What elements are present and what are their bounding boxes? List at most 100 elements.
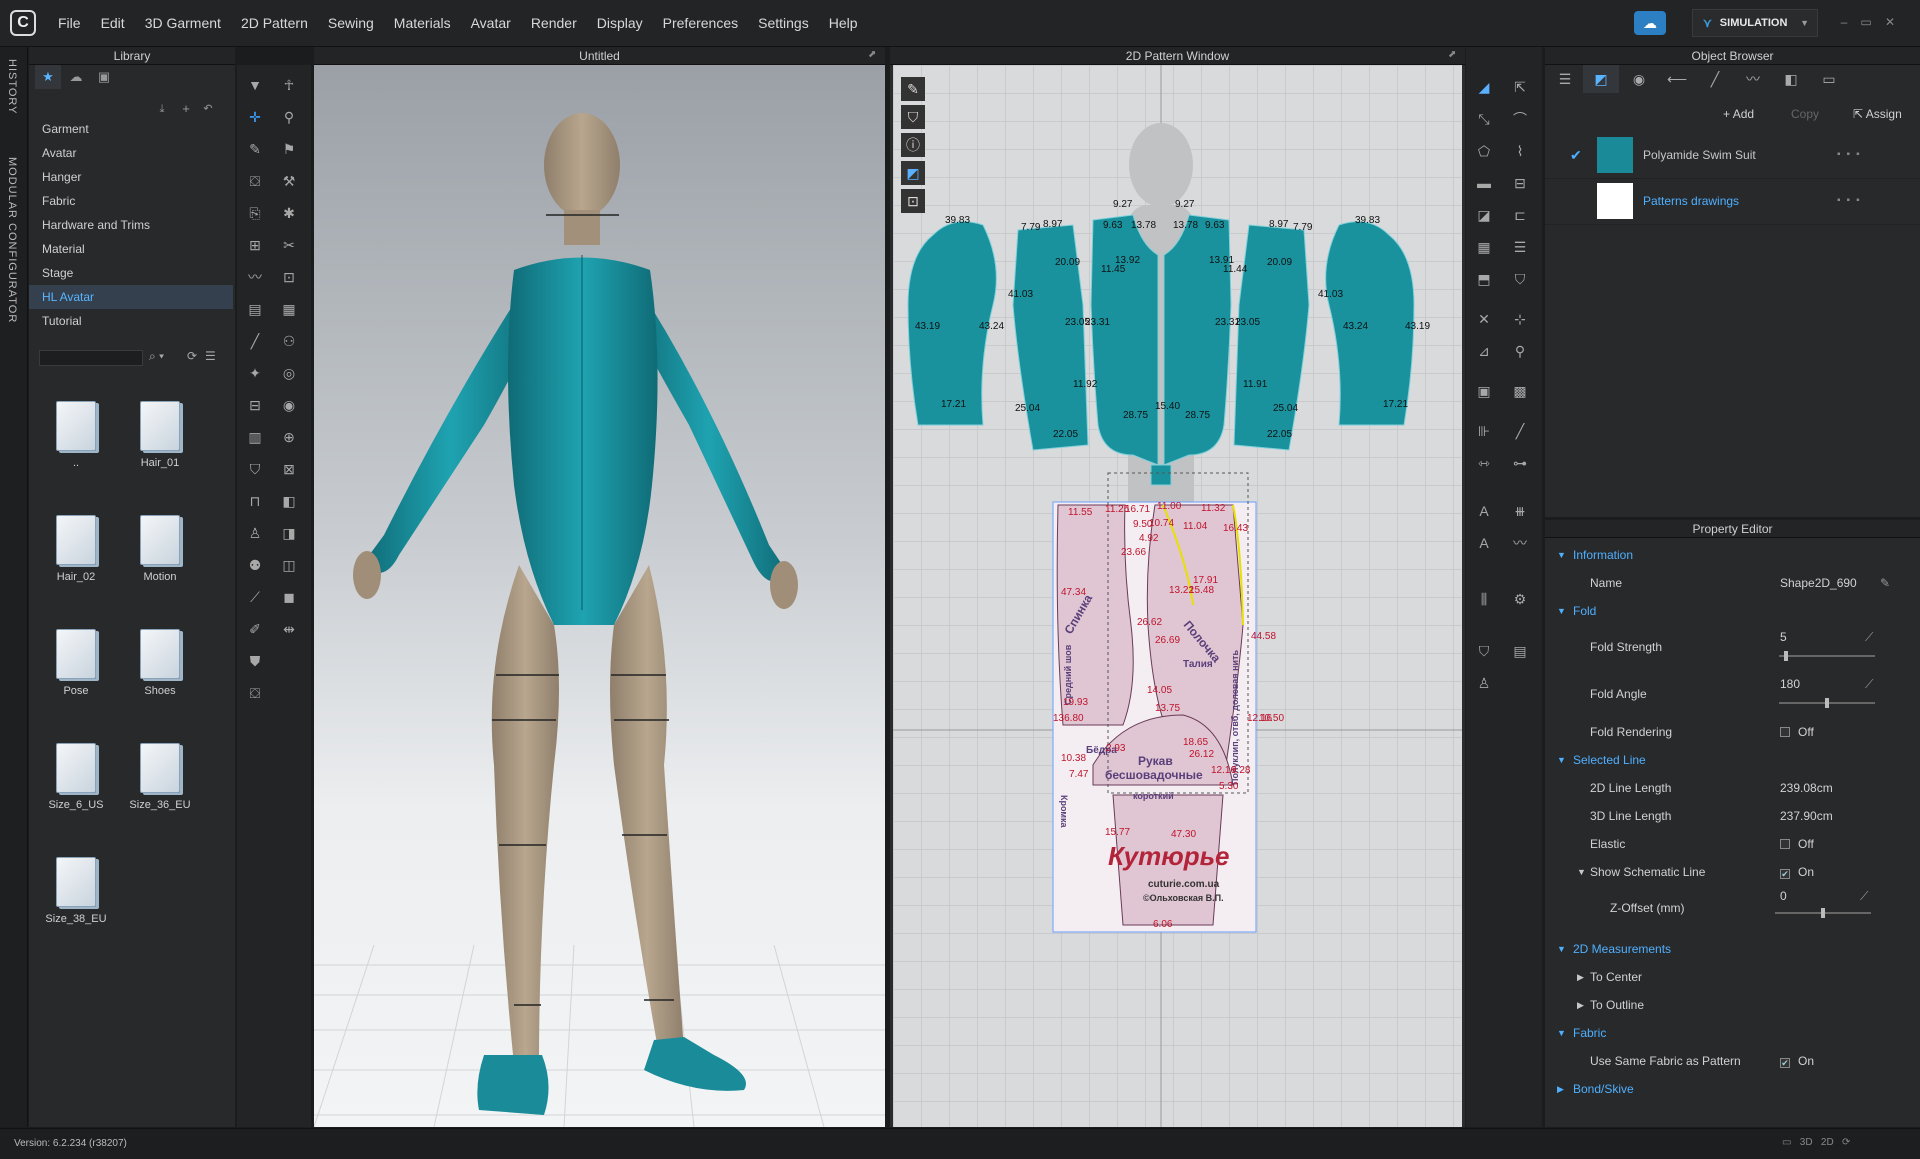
same-fabric-toggle[interactable]: ✔ On bbox=[1780, 1050, 1814, 1072]
folder-size-6-us[interactable]: Size_6_US bbox=[41, 743, 111, 811]
line-icon[interactable]: ╱ bbox=[243, 329, 267, 353]
fabric-row-patterns[interactable]: Patterns drawings ▪▪▪ bbox=[1545, 179, 1920, 225]
menu-avatar[interactable]: Avatar bbox=[461, 0, 521, 47]
folder-hair-02[interactable]: Hair_02 bbox=[41, 515, 111, 583]
transform-icon[interactable]: ⇹ bbox=[277, 617, 301, 641]
edit-icon[interactable]: ✎ bbox=[1880, 572, 1890, 594]
schematic-toggle[interactable]: ✔ On bbox=[1780, 861, 1814, 883]
menu-help[interactable]: Help bbox=[819, 0, 868, 47]
library-item-fabric[interactable]: Fabric bbox=[29, 189, 233, 213]
fabric-row-polyamide[interactable]: ✔ Polyamide Swim Suit ▪▪▪ bbox=[1545, 133, 1920, 179]
maximize-icon[interactable]: ▭ bbox=[1858, 14, 1874, 30]
2d-edit-point-icon[interactable]: ⤡ bbox=[1472, 107, 1496, 131]
menu-materials[interactable]: Materials bbox=[384, 0, 461, 47]
2d-seam-icon[interactable]: ⊹ bbox=[1508, 307, 1532, 331]
modular-configurator-tab[interactable]: MODULAR CONFIGURATOR bbox=[6, 157, 18, 323]
2d-rectangle-icon[interactable]: ▬ bbox=[1472, 171, 1496, 195]
hardware-tab-icon[interactable]: ▭ bbox=[1811, 65, 1847, 93]
line-tab-icon[interactable]: ╱ bbox=[1697, 65, 1733, 93]
fit-icon[interactable]: ◫ bbox=[277, 553, 301, 577]
2d-curve-icon[interactable]: ⌒ bbox=[1508, 107, 1532, 131]
fabric-row-icons[interactable]: ▪▪▪ bbox=[1837, 149, 1866, 160]
folder-parent[interactable]: .. bbox=[41, 401, 111, 469]
slider-knob[interactable] bbox=[1783, 651, 1788, 661]
slider-knob[interactable] bbox=[1825, 698, 1829, 708]
library-search-input[interactable] bbox=[39, 350, 143, 366]
library-item-material[interactable]: Material bbox=[29, 237, 233, 261]
shirt-icon[interactable]: ⛉ bbox=[243, 457, 267, 481]
pipette-icon[interactable]: ⟋ bbox=[1865, 673, 1873, 695]
magic-icon[interactable]: ✱ bbox=[277, 201, 301, 225]
cloud-icon[interactable]: ☁ bbox=[1634, 11, 1666, 35]
expand-icon[interactable]: ⬈ bbox=[1448, 49, 1456, 60]
2d-zip-icon[interactable]: ⧻ bbox=[1508, 499, 1532, 523]
section-selected-line[interactable]: ▼ Selected Line bbox=[1545, 749, 1905, 771]
2d-measure-icon[interactable]: ⇿ bbox=[1472, 451, 1496, 475]
2d-ruler-icon[interactable]: ⊪ bbox=[1472, 419, 1496, 443]
folder-pose[interactable]: Pose bbox=[41, 629, 111, 697]
fold-angle-value[interactable]: 180 bbox=[1780, 673, 1800, 695]
expand-icon[interactable]: ⬈ bbox=[868, 49, 876, 60]
ruler-icon[interactable]: ⊞ bbox=[243, 233, 267, 257]
cloud-library-icon[interactable]: ☁ bbox=[63, 65, 89, 89]
name-value[interactable]: Shape2D_690 bbox=[1780, 572, 1857, 594]
stitch-icon[interactable]: 〰 bbox=[243, 265, 267, 289]
section-fold[interactable]: ▼ Fold bbox=[1545, 600, 1905, 622]
2d-canvas[interactable]: 39.83 7.79 8.97 9.27 9.27 8.97 7.79 39.8… bbox=[893, 65, 1462, 1127]
checkbox-checked-icon[interactable]: ✔ bbox=[1780, 1058, 1790, 1068]
3d-canvas[interactable] bbox=[314, 65, 885, 1127]
fold-angle-slider[interactable] bbox=[1779, 698, 1875, 708]
list-tab-icon[interactable]: ☰ bbox=[1547, 65, 1583, 93]
edit-pattern-icon[interactable]: ✎ bbox=[243, 137, 267, 161]
2d-figure-icon[interactable]: ♙ bbox=[1472, 671, 1496, 695]
folder-size-36-eu[interactable]: Size_36_EU bbox=[125, 743, 195, 811]
select-arrow-icon[interactable]: ▼ bbox=[243, 73, 267, 97]
topstitch-tab-icon[interactable]: ⟵ bbox=[1659, 65, 1695, 93]
shoe-icon[interactable]: ⚇ bbox=[277, 329, 301, 353]
pipette-icon[interactable]: ⟋ bbox=[1860, 885, 1868, 907]
2d-text-icon[interactable]: A bbox=[1472, 499, 1496, 523]
fabric-icon[interactable]: ▥ bbox=[243, 425, 267, 449]
scissor-icon[interactable]: ✂ bbox=[277, 233, 301, 257]
search-icon[interactable]: ⌕ ▾ bbox=[149, 349, 164, 364]
row-to-center[interactable]: ▶ To Center bbox=[1545, 966, 1905, 988]
2d-shirt-icon[interactable]: ⛉ bbox=[1508, 267, 1532, 291]
menu-file[interactable]: File bbox=[48, 0, 91, 47]
2d-button-icon[interactable]: ⛉ bbox=[1472, 639, 1496, 663]
fold-strength-slider[interactable] bbox=[1779, 651, 1875, 661]
menu-3d-garment[interactable]: 3D Garment bbox=[135, 0, 231, 47]
fabric-row-icons[interactable]: ▪▪▪ bbox=[1837, 195, 1866, 206]
2d-curvature-icon[interactable]: ⌇ bbox=[1508, 139, 1532, 163]
tack-icon[interactable]: ⚲ bbox=[277, 105, 301, 129]
mirror-icon[interactable]: ◨ bbox=[277, 521, 301, 545]
library-item-hl-avatar[interactable]: HL Avatar bbox=[29, 285, 233, 309]
2d-line-icon[interactable]: ╱ bbox=[1508, 419, 1532, 443]
2d-polygon-icon[interactable]: ⬠ bbox=[1472, 139, 1496, 163]
jacket-icon[interactable]: ⛋ bbox=[243, 681, 267, 705]
2d-cut-icon[interactable]: ✕ bbox=[1472, 307, 1496, 331]
2d-display-info-icon[interactable]: ⓘ bbox=[901, 133, 925, 157]
camera-icon[interactable]: ▤ bbox=[243, 297, 267, 321]
menu-preferences[interactable]: Preferences bbox=[653, 0, 748, 47]
2d-display-fabric-icon[interactable]: ◩ bbox=[901, 161, 925, 185]
library-item-avatar[interactable]: Avatar bbox=[29, 141, 233, 165]
trims-icon[interactable]: ⊟ bbox=[243, 393, 267, 417]
library-item-garment[interactable]: Garment bbox=[29, 117, 233, 141]
trim-tab-icon[interactable]: ◧ bbox=[1773, 65, 1809, 93]
checkbox-icon[interactable] bbox=[1780, 727, 1790, 737]
section-bond-skive[interactable]: ▶ Bond/Skive bbox=[1545, 1078, 1905, 1100]
move-icon[interactable]: ✛ bbox=[243, 105, 267, 129]
menu-display[interactable]: Display bbox=[587, 0, 653, 47]
briefcase-icon[interactable]: ▣ bbox=[91, 65, 117, 89]
2d-grid-icon[interactable]: ▦ bbox=[1472, 235, 1496, 259]
menu-edit[interactable]: Edit bbox=[91, 0, 135, 47]
2d-wave-icon[interactable]: 〰 bbox=[1508, 531, 1532, 555]
row-to-outline[interactable]: ▶ To Outline bbox=[1545, 994, 1905, 1016]
menu-sewing[interactable]: Sewing bbox=[318, 0, 384, 47]
grid-icon[interactable]: ▦ bbox=[277, 297, 301, 321]
2d-notch-icon[interactable]: ⊿ bbox=[1472, 339, 1496, 363]
zip-icon[interactable]: ◉ bbox=[277, 393, 301, 417]
bag-icon[interactable]: ⊠ bbox=[277, 457, 301, 481]
folder-shoes[interactable]: Shoes bbox=[125, 629, 195, 697]
minimize-icon[interactable]: – bbox=[1836, 14, 1852, 30]
